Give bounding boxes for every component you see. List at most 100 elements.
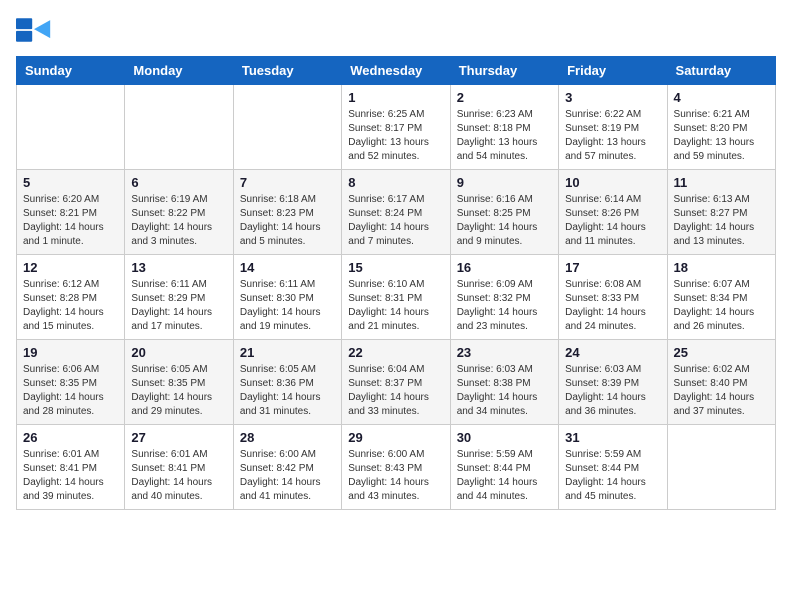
calendar-cell: 14 Sunrise: 6:11 AM Sunset: 8:30 PM Dayli… (233, 255, 341, 340)
calendar-cell: 6 Sunrise: 6:19 AM Sunset: 8:22 PM Daylig… (125, 170, 233, 255)
calendar-cell (667, 425, 775, 510)
calendar-cell (17, 85, 125, 170)
day-info: Sunrise: 6:13 AM Sunset: 8:27 PM Dayligh… (674, 193, 769, 249)
day-info: Sunrise: 6:03 AM Sunset: 8:38 PM Dayligh… (457, 363, 552, 419)
calendar-cell: 3Sunrise: 6:22 AM Sunset: 8:19 PM Daylig… (559, 85, 667, 170)
calendar-cell: 13 Sunrise: 6:11 AM Sunset: 8:29 PM Dayli… (125, 255, 233, 340)
day-number: 23 (457, 345, 552, 360)
day-info: Sunrise: 6:18 AM Sunset: 8:23 PM Dayligh… (240, 193, 335, 249)
logo (16, 16, 56, 44)
day-number: 4 (674, 90, 769, 105)
calendar-cell: 23 Sunrise: 6:03 AM Sunset: 8:38 PM Dayli… (450, 340, 558, 425)
header-saturday: Saturday (667, 57, 775, 85)
day-info: Sunrise: 6:03 AM Sunset: 8:39 PM Dayligh… (565, 363, 660, 419)
day-number: 7 (240, 175, 335, 190)
day-info: Sunrise: 6:11 AM Sunset: 8:29 PM Dayligh… (131, 278, 226, 334)
day-number: 13 (131, 260, 226, 275)
day-number: 26 (23, 430, 118, 445)
page-header (16, 16, 776, 44)
calendar-cell: 22Sunrise: 6:04 AM Sunset: 8:37 PM Dayli… (342, 340, 450, 425)
day-info: Sunrise: 6:22 AM Sunset: 8:19 PM Dayligh… (565, 108, 660, 164)
calendar-cell: 1 Sunrise: 6:25 AM Sunset: 8:17 PM Daylig… (342, 85, 450, 170)
day-info: Sunrise: 6:05 AM Sunset: 8:35 PM Dayligh… (131, 363, 226, 419)
calendar-cell: 24Sunrise: 6:03 AM Sunset: 8:39 PM Dayli… (559, 340, 667, 425)
day-info: Sunrise: 6:00 AM Sunset: 8:43 PM Dayligh… (348, 448, 443, 504)
header-sunday: Sunday (17, 57, 125, 85)
calendar-cell: 29 Sunrise: 6:00 AM Sunset: 8:43 PM Dayli… (342, 425, 450, 510)
day-info: Sunrise: 5:59 AM Sunset: 8:44 PM Dayligh… (457, 448, 552, 504)
calendar-cell: 25 Sunrise: 6:02 AM Sunset: 8:40 PM Dayli… (667, 340, 775, 425)
calendar-week-5: 26 Sunrise: 6:01 AM Sunset: 8:41 PM Dayli… (17, 425, 776, 510)
day-info: Sunrise: 6:06 AM Sunset: 8:35 PM Dayligh… (23, 363, 118, 419)
day-info: Sunrise: 6:08 AM Sunset: 8:33 PM Dayligh… (565, 278, 660, 334)
day-info: Sunrise: 6:00 AM Sunset: 8:42 PM Dayligh… (240, 448, 335, 504)
calendar-week-2: 5Sunrise: 6:20 AM Sunset: 8:21 PM Daylig… (17, 170, 776, 255)
calendar-cell: 19 Sunrise: 6:06 AM Sunset: 8:35 PM Dayli… (17, 340, 125, 425)
day-number: 30 (457, 430, 552, 445)
day-info: Sunrise: 6:10 AM Sunset: 8:31 PM Dayligh… (348, 278, 443, 334)
day-number: 5 (23, 175, 118, 190)
calendar-cell: 8 Sunrise: 6:17 AM Sunset: 8:24 PM Daylig… (342, 170, 450, 255)
day-info: Sunrise: 6:04 AM Sunset: 8:37 PM Dayligh… (348, 363, 443, 419)
day-number: 28 (240, 430, 335, 445)
day-number: 18 (674, 260, 769, 275)
header-monday: Monday (125, 57, 233, 85)
day-number: 29 (348, 430, 443, 445)
day-info: Sunrise: 6:01 AM Sunset: 8:41 PM Dayligh… (131, 448, 226, 504)
day-number: 14 (240, 260, 335, 275)
day-info: Sunrise: 6:05 AM Sunset: 8:36 PM Dayligh… (240, 363, 335, 419)
calendar-cell: 26 Sunrise: 6:01 AM Sunset: 8:41 PM Dayli… (17, 425, 125, 510)
day-number: 2 (457, 90, 552, 105)
calendar-cell: 2 Sunrise: 6:23 AM Sunset: 8:18 PM Daylig… (450, 85, 558, 170)
calendar-cell: 15Sunrise: 6:10 AM Sunset: 8:31 PM Dayli… (342, 255, 450, 340)
day-number: 21 (240, 345, 335, 360)
day-info: Sunrise: 6:02 AM Sunset: 8:40 PM Dayligh… (674, 363, 769, 419)
calendar-cell: 31 Sunrise: 5:59 AM Sunset: 8:44 PM Dayli… (559, 425, 667, 510)
calendar-cell (125, 85, 233, 170)
day-info: Sunrise: 6:07 AM Sunset: 8:34 PM Dayligh… (674, 278, 769, 334)
calendar-cell: 10 Sunrise: 6:14 AM Sunset: 8:26 PM Dayli… (559, 170, 667, 255)
calendar-cell: 5Sunrise: 6:20 AM Sunset: 8:21 PM Daylig… (17, 170, 125, 255)
calendar-cell: 28 Sunrise: 6:00 AM Sunset: 8:42 PM Dayli… (233, 425, 341, 510)
calendar-cell (233, 85, 341, 170)
calendar-cell: 21 Sunrise: 6:05 AM Sunset: 8:36 PM Dayli… (233, 340, 341, 425)
day-number: 27 (131, 430, 226, 445)
calendar-cell: 18 Sunrise: 6:07 AM Sunset: 8:34 PM Dayli… (667, 255, 775, 340)
day-number: 8 (348, 175, 443, 190)
day-info: Sunrise: 6:25 AM Sunset: 8:17 PM Dayligh… (348, 108, 443, 164)
calendar-cell: 12 Sunrise: 6:12 AM Sunset: 8:28 PM Dayli… (17, 255, 125, 340)
day-info: Sunrise: 6:17 AM Sunset: 8:24 PM Dayligh… (348, 193, 443, 249)
header-friday: Friday (559, 57, 667, 85)
header-wednesday: Wednesday (342, 57, 450, 85)
day-info: Sunrise: 6:14 AM Sunset: 8:26 PM Dayligh… (565, 193, 660, 249)
day-number: 19 (23, 345, 118, 360)
calendar-week-4: 19 Sunrise: 6:06 AM Sunset: 8:35 PM Dayli… (17, 340, 776, 425)
day-number: 11 (674, 175, 769, 190)
day-number: 10 (565, 175, 660, 190)
calendar-cell: 20Sunrise: 6:05 AM Sunset: 8:35 PM Dayli… (125, 340, 233, 425)
day-info: Sunrise: 6:01 AM Sunset: 8:41 PM Dayligh… (23, 448, 118, 504)
logo-icon (16, 16, 52, 44)
day-info: Sunrise: 5:59 AM Sunset: 8:44 PM Dayligh… (565, 448, 660, 504)
day-info: Sunrise: 6:09 AM Sunset: 8:32 PM Dayligh… (457, 278, 552, 334)
day-info: Sunrise: 6:16 AM Sunset: 8:25 PM Dayligh… (457, 193, 552, 249)
day-number: 25 (674, 345, 769, 360)
day-info: Sunrise: 6:19 AM Sunset: 8:22 PM Dayligh… (131, 193, 226, 249)
day-info: Sunrise: 6:12 AM Sunset: 8:28 PM Dayligh… (23, 278, 118, 334)
calendar-cell: 4 Sunrise: 6:21 AM Sunset: 8:20 PM Daylig… (667, 85, 775, 170)
calendar-week-1: 1 Sunrise: 6:25 AM Sunset: 8:17 PM Daylig… (17, 85, 776, 170)
day-number: 31 (565, 430, 660, 445)
calendar-cell: 11 Sunrise: 6:13 AM Sunset: 8:27 PM Dayli… (667, 170, 775, 255)
calendar-cell: 7 Sunrise: 6:18 AM Sunset: 8:23 PM Daylig… (233, 170, 341, 255)
day-info: Sunrise: 6:11 AM Sunset: 8:30 PM Dayligh… (240, 278, 335, 334)
day-info: Sunrise: 6:21 AM Sunset: 8:20 PM Dayligh… (674, 108, 769, 164)
day-number: 16 (457, 260, 552, 275)
calendar-cell: 17 Sunrise: 6:08 AM Sunset: 8:33 PM Dayli… (559, 255, 667, 340)
day-number: 6 (131, 175, 226, 190)
day-number: 12 (23, 260, 118, 275)
day-number: 1 (348, 90, 443, 105)
day-number: 17 (565, 260, 660, 275)
calendar-cell: 30 Sunrise: 5:59 AM Sunset: 8:44 PM Dayli… (450, 425, 558, 510)
calendar-header-row: SundayMondayTuesdayWednesdayThursdayFrid… (17, 57, 776, 85)
day-info: Sunrise: 6:23 AM Sunset: 8:18 PM Dayligh… (457, 108, 552, 164)
